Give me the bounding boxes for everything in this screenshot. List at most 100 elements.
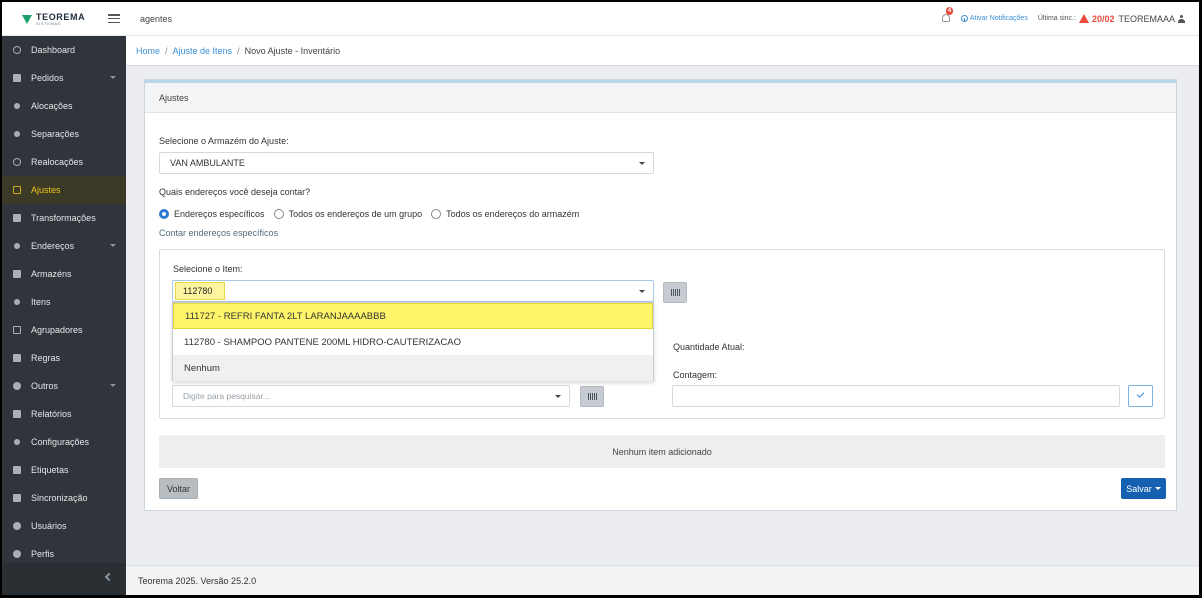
sidebar-item-itens[interactable]: Itens (2, 288, 126, 316)
last-sync-label: Última sinc.: (1037, 15, 1076, 22)
separation-icon (14, 131, 20, 137)
breadcrumb-home[interactable]: Home (136, 46, 160, 56)
empty-items-message: Nenhum item adicionado (159, 435, 1165, 468)
item-search-value: 112780 (175, 282, 225, 300)
logo-subtitle: SISTEMAS (36, 20, 62, 26)
bell-icon[interactable]: 4 (941, 7, 954, 24)
logo-text: TEOREMA (36, 11, 86, 22)
sidebar-item-sincronizacao[interactable]: Sincronização (2, 484, 126, 512)
warehouse-value: VAN AMBULANTE (170, 158, 245, 168)
user-icon[interactable] (1178, 14, 1185, 23)
sidebar-item-ajustes[interactable]: Ajustes (2, 176, 126, 204)
enable-notifications-link[interactable]: Ativar Notificações (960, 15, 1028, 22)
breadcrumb-parent[interactable]: Ajuste de Itens (173, 46, 233, 56)
sidebar-item-dashboard[interactable]: Dashboard (2, 36, 126, 64)
radio-checked-icon (159, 209, 169, 219)
sidebar: Dashboard Pedidos Alocações Separações R… (2, 36, 126, 595)
rules-icon (13, 354, 21, 362)
warehouse-select[interactable]: VAN AMBULANTE (159, 152, 654, 174)
sidebar-item-etiquetas[interactable]: Etiquetas (2, 456, 126, 484)
orders-icon (13, 74, 21, 82)
username[interactable]: TEOREMAAA (1118, 14, 1175, 24)
sidebar-item-transformacoes[interactable]: Transformações (2, 204, 126, 232)
reallocation-icon (13, 158, 21, 166)
sidebar-item-pedidos[interactable]: Pedidos (2, 64, 126, 92)
enable-notifications-label: Ativar Notificações (969, 15, 1028, 22)
allocation-icon (14, 103, 20, 109)
adjustments-card: Ajustes Selecione o Armazém do Ajuste: V… (144, 79, 1177, 511)
sidebar-item-usuarios[interactable]: Usuários (2, 512, 126, 540)
secondary-search-select[interactable]: Digite para pesquisar... (172, 385, 570, 407)
last-sync-date: 20/02 (1091, 13, 1115, 24)
hamburger-menu-icon[interactable] (108, 14, 120, 23)
item-search-input[interactable]: 112780 (172, 280, 654, 302)
radio-group-addresses[interactable]: Todos os endereços de um grupo (273, 209, 422, 219)
warehouse-icon (13, 270, 21, 278)
chevron-down-icon (555, 395, 561, 398)
item-label: Selecione o Item: (173, 264, 243, 274)
sidebar-item-separacoes[interactable]: Separações (2, 120, 126, 148)
back-button[interactable]: Voltar (159, 478, 198, 499)
breadcrumb: Home / Ajuste de Itens / Novo Ajuste - I… (126, 36, 1199, 66)
warehouse-label: Selecione o Armazém do Ajuste: (159, 136, 289, 146)
count-input[interactable] (672, 385, 1120, 407)
dropdown-option[interactable]: 111727 - REFRI FANTA 2LT LARANJAAAABBB (173, 303, 653, 329)
sidebar-item-realocacoes[interactable]: Realocações (2, 148, 126, 176)
transform-icon (13, 214, 21, 222)
radio-all-warehouse-addresses[interactable]: Todos os endereços do armazém (431, 209, 579, 219)
barcode-icon (671, 289, 680, 296)
group-icon (13, 326, 21, 334)
radio-unchecked-icon (273, 209, 284, 219)
adjustments-icon (13, 186, 21, 194)
sidebar-item-regras[interactable]: Regras (2, 344, 126, 372)
dashboard-icon (13, 46, 21, 54)
barcode-scan-button[interactable] (663, 282, 687, 303)
warning-icon (1078, 14, 1089, 23)
dropdown-option-none[interactable]: Nenhum (173, 355, 653, 381)
save-button-label: Salvar (1126, 483, 1152, 494)
card-title: Ajustes (145, 83, 1176, 113)
sidebar-item-armazens[interactable]: Armazéns (2, 260, 126, 288)
check-icon (1136, 390, 1145, 398)
report-icon (13, 410, 21, 418)
chevron-down-icon (639, 290, 645, 293)
gear-icon (14, 439, 20, 445)
context-label: agentes (140, 13, 173, 24)
sidebar-item-alocacoes[interactable]: Alocações (2, 92, 126, 120)
app-window: TEOREMA SISTEMAS agentes 4 Ativar Notifi… (2, 2, 1199, 595)
sidebar-item-enderecos[interactable]: Endereços (2, 232, 126, 260)
radio-specific-addresses[interactable]: Endereços específicos (159, 209, 265, 219)
chevron-down-icon (110, 244, 116, 247)
address-mode-radio-group: Endereços específicos Todos os endereços… (159, 209, 588, 219)
barcode-scan-button-secondary[interactable] (580, 386, 604, 407)
logo-mark-icon (22, 15, 32, 24)
barcode-icon (588, 393, 597, 400)
tag-icon (13, 466, 21, 474)
user-icon (13, 522, 21, 530)
sidebar-item-relatorios[interactable]: Relatórios (2, 400, 126, 428)
dropdown-option[interactable]: 112780 - SHAMPOO PANTENE 200ML HIDRO-CAU… (173, 329, 653, 355)
sidebar-item-configuracoes[interactable]: Configurações (2, 428, 126, 456)
top-header: TEOREMA SISTEMAS agentes 4 Ativar Notifi… (2, 2, 1199, 36)
footer: Teorema 2025. Versão 25.2.0 (126, 565, 1199, 595)
location-pin-icon (14, 243, 20, 249)
chevron-down-icon (110, 76, 116, 79)
info-icon (960, 15, 968, 22)
chevron-down-icon (1154, 487, 1161, 490)
count-label: Contagem: (673, 370, 718, 380)
notification-count-badge: 4 (945, 7, 954, 15)
radio-unchecked-icon (431, 209, 442, 219)
sidebar-item-agrupadores[interactable]: Agrupadores (2, 316, 126, 344)
footer-version: Teorema 2025. Versão 25.2.0 (138, 575, 257, 586)
current-quantity-label: Quantidade Atual: (673, 342, 745, 352)
item-dropdown-list: 111727 - REFRI FANTA 2LT LARANJAAAABBB 1… (172, 302, 654, 381)
save-button[interactable]: Salvar (1121, 478, 1166, 499)
confirm-count-button[interactable] (1128, 385, 1153, 407)
header-right: 4 Ativar Notificações Última sinc.: 20/0… (941, 7, 1199, 24)
breadcrumb-separator: / (165, 45, 168, 56)
breadcrumb-separator: / (237, 45, 240, 56)
sidebar-item-outros[interactable]: Outros (2, 372, 126, 400)
sidebar-collapse-button[interactable] (2, 563, 126, 595)
items-icon (14, 299, 20, 305)
chevron-down-icon (110, 384, 116, 387)
